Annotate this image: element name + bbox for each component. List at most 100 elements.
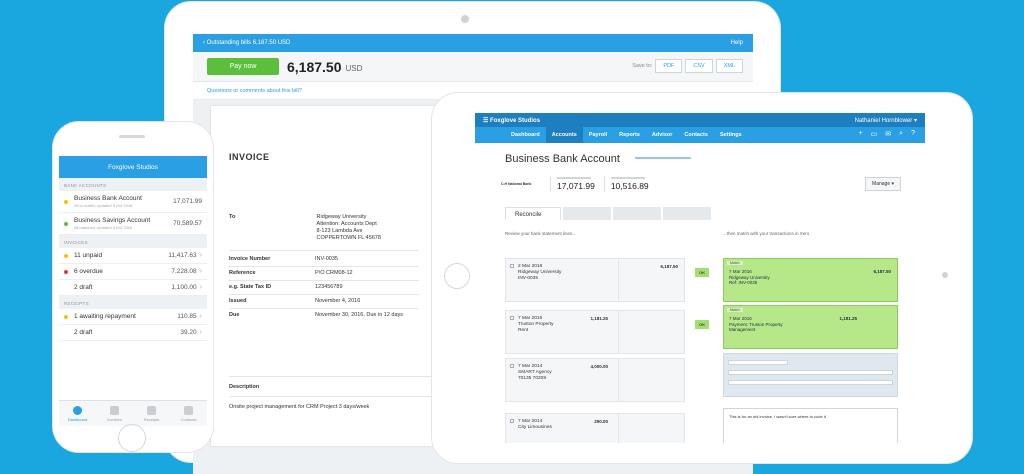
nav-icons: + ▭ ✉ ⌕ ? xyxy=(859,130,915,138)
camera-dot xyxy=(461,15,469,23)
form-field[interactable] xyxy=(728,360,788,365)
page-title: Business Bank Account xyxy=(505,153,620,165)
tab-placeholder[interactable] xyxy=(613,207,661,220)
amount-due: 6,187.50 xyxy=(287,58,342,75)
tab-receipts[interactable]: Receipts xyxy=(133,401,170,426)
nav-advisor[interactable]: Advisor xyxy=(646,127,678,143)
user-menu[interactable]: Nathaniel Hornblower ▾ xyxy=(855,117,917,124)
statement-line[interactable]: 7 Mar 2014 City Limousines 290.00 xyxy=(505,413,685,443)
search-icon[interactable]: ⌕ xyxy=(899,130,903,138)
divider xyxy=(229,308,419,309)
receipt-icon xyxy=(147,405,156,415)
camera-dot xyxy=(942,272,948,278)
main-nav: Dashboard Accounts Payroll Reports Advis… xyxy=(475,127,925,143)
save-pdf-button[interactable]: PDF xyxy=(655,59,683,73)
checkbox[interactable] xyxy=(510,264,514,268)
note-field[interactable]: This is for an old invoice, I wasn't sur… xyxy=(723,408,898,443)
save-xml-button[interactable]: XML xyxy=(715,59,743,73)
tab-invoices[interactable]: Invoices xyxy=(96,401,133,426)
status-dot xyxy=(64,286,68,290)
currency-label: USD xyxy=(345,64,363,73)
checkbox[interactable] xyxy=(510,316,514,320)
statement-line[interactable]: 2 Mar 2016 Ridgeway University INV-0035 6,… xyxy=(505,258,685,302)
phone-tab-bar: Dashboard Invoices Receipts Contacts xyxy=(59,400,207,426)
chevron-right-icon: › xyxy=(199,252,202,259)
pay-now-button[interactable]: Pay now xyxy=(207,58,279,75)
description-header: Description xyxy=(229,384,260,390)
status-dot xyxy=(64,314,68,319)
phone-header: Foxglove Studios xyxy=(59,156,207,178)
invoice-icon xyxy=(110,405,119,415)
add-icon[interactable]: + xyxy=(859,130,863,138)
to-address: Ridgeway University Attention: Accounts … xyxy=(316,214,381,241)
tab-reconcile[interactable]: Reconcile xyxy=(505,207,561,220)
field-row: Issued November 4, 2016 xyxy=(229,298,361,304)
xero-balance: 10,516.89 xyxy=(603,177,655,191)
list-item[interactable]: 6 overdue 7,228.08 › xyxy=(59,264,207,280)
status-dot xyxy=(64,221,68,226)
phone-speaker xyxy=(119,135,145,138)
org-name[interactable]: ☰ Foxglove Studios xyxy=(483,117,540,124)
statement-line[interactable]: 7 Mar 2016 Truston Property Rent 1,181.25 xyxy=(505,310,685,354)
save-csv-button[interactable]: CSV xyxy=(685,59,713,73)
tab-dashboard[interactable]: Dashboard xyxy=(59,401,96,426)
right-heading: ...then match with your transactions in … xyxy=(723,231,810,236)
divider xyxy=(229,280,419,281)
manage-account-button[interactable]: Manage ▾ xyxy=(865,177,901,191)
notifications-icon[interactable]: ✉ xyxy=(885,130,891,138)
save-to-label: Save to: xyxy=(632,63,653,69)
chevron-right-icon: › xyxy=(199,268,202,275)
tab-placeholder[interactable] xyxy=(563,207,611,220)
home-button[interactable] xyxy=(118,424,146,452)
status-dot xyxy=(64,199,68,204)
title-underline xyxy=(635,157,691,159)
folder-icon[interactable]: ▭ xyxy=(871,130,878,138)
list-item[interactable]: Business Bank Account 28 to match, update… xyxy=(59,191,207,213)
ok-button[interactable]: OK xyxy=(695,320,709,329)
form-field[interactable] xyxy=(728,380,893,385)
help-link[interactable]: Help xyxy=(731,40,743,46)
create-transaction-form[interactable] xyxy=(723,353,898,397)
field-row: e.g. State Tax ID 123456789 xyxy=(229,284,343,290)
statement-line[interactable]: 7 Mar 2014 SMART Agency 70135 70209 4,000.… xyxy=(505,358,685,402)
status-dot xyxy=(64,269,68,274)
status-dot xyxy=(64,253,68,258)
list-item[interactable]: Business Savings Account All matched, upd… xyxy=(59,213,207,235)
pay-bar: Pay now 6,187.50 USD Save to: PDF CSV XM… xyxy=(193,52,753,82)
nav-contacts[interactable]: Contacts xyxy=(678,127,714,143)
nav-dashboard[interactable]: Dashboard xyxy=(505,127,546,143)
tab-contacts[interactable]: Contacts xyxy=(170,401,207,426)
divider xyxy=(229,266,419,267)
field-row: Invoice Number INV-0035 xyxy=(229,256,338,262)
list-item[interactable]: 2 draft 39.20 › xyxy=(59,325,207,341)
reconcile-screen: ☰ Foxglove Studios Nathaniel Hornblower … xyxy=(475,113,925,443)
nav-settings[interactable]: Settings xyxy=(714,127,748,143)
home-button[interactable] xyxy=(444,263,470,289)
nav-payroll[interactable]: Payroll xyxy=(583,127,613,143)
nav-reports[interactable]: Reports xyxy=(613,127,646,143)
section-bank-accounts: BANK ACCOUNTS xyxy=(59,178,207,191)
match-card[interactable]: Match 7 Mar 2016 Payment: Truston Propert… xyxy=(723,305,898,349)
list-item[interactable]: 11 unpaid 11,417.63 › xyxy=(59,248,207,264)
nav-accounts[interactable]: Accounts xyxy=(545,127,583,143)
to-label: To xyxy=(229,214,236,220)
checkbox[interactable] xyxy=(510,419,514,423)
front-tablet: ☰ Foxglove Studios Nathaniel Hornblower … xyxy=(432,93,972,463)
statement-balance: 17,071.99 xyxy=(550,177,601,191)
invoice-title: INVOICE xyxy=(229,152,270,162)
form-field[interactable] xyxy=(728,370,893,375)
reconcile-tabs: Reconcile xyxy=(505,207,711,220)
outstanding-bills-link[interactable]: ‹ Outstanding bills 6,187.50 USD xyxy=(203,40,290,46)
checkbox[interactable] xyxy=(510,364,514,368)
list-item[interactable]: 1 awaiting repayment 110.85 › xyxy=(59,309,207,325)
balance-bar: C.H National Bank 17,071.99 10,516.89 Ma… xyxy=(501,173,901,195)
divider xyxy=(229,294,419,295)
chevron-right-icon: › xyxy=(199,329,202,336)
help-icon[interactable]: ? xyxy=(911,130,915,138)
tab-placeholder[interactable] xyxy=(663,207,711,220)
match-card[interactable]: Match 7 Mar 2016 Ridgeway University Ref: … xyxy=(723,258,898,302)
field-row: Reference P/O CRM08-12 xyxy=(229,270,353,276)
dashboard-icon xyxy=(73,405,82,415)
list-item[interactable]: 2 draft 1,100.00 › xyxy=(59,280,207,296)
ok-button[interactable]: OK xyxy=(695,268,709,277)
